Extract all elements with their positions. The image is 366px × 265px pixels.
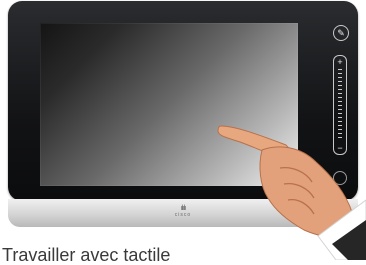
touch-screen[interactable] [40, 23, 298, 186]
caption-text: Travailler avec tactile [2, 245, 171, 265]
volume-up-button[interactable]: + [334, 57, 346, 67]
volume-down-button[interactable]: − [334, 143, 346, 153]
cisco-bridge-icon: ılıılı [180, 205, 187, 212]
volume-control[interactable]: + − [333, 55, 347, 155]
volume-level-indicator [338, 69, 342, 139]
cisco-logo: ılıılı cisco [170, 205, 196, 218]
microphone-mute-icon[interactable]: ✎ [333, 25, 349, 41]
power-icon[interactable] [333, 171, 347, 185]
touch-panel-device: ılıılı cisco [8, 1, 358, 227]
